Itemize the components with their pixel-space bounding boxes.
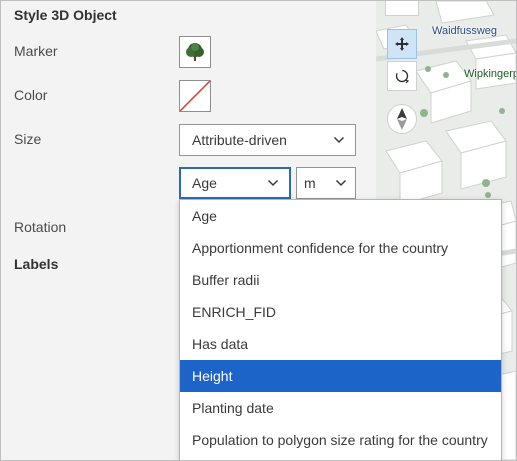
dropdown-option-selected[interactable]: Height <box>180 360 501 392</box>
dropdown-option[interactable]: ENRICH_FID <box>180 296 501 328</box>
panel-title: Style 3D Object <box>14 7 117 23</box>
field-select-value: Age <box>192 175 217 191</box>
map-label-area: Wipkingerp <box>464 68 516 80</box>
pan-icon <box>395 37 409 51</box>
rotate-icon <box>395 69 410 84</box>
chevron-down-icon <box>333 134 345 146</box>
dropdown-option[interactable]: Apportionment confidence for the country <box>180 232 501 264</box>
chevron-down-icon <box>335 177 347 189</box>
field-dropdown-list: Age Apportionment confidence for the cou… <box>179 199 502 460</box>
size-select[interactable]: Attribute-driven <box>179 124 356 156</box>
compass-icon <box>397 108 407 130</box>
size-select-value: Attribute-driven <box>192 132 287 148</box>
color-label: Color <box>14 87 48 103</box>
unit-select[interactable]: m <box>296 167 356 199</box>
dropdown-option[interactable]: Age <box>180 200 501 232</box>
app-frame: Waidfussweg Wipkingerp Style 3D Object M… <box>0 0 517 461</box>
chevron-down-icon <box>267 177 279 189</box>
marker-swatch-button[interactable] <box>179 36 211 68</box>
size-label: Size <box>14 131 42 147</box>
dropdown-option[interactable]: Planting date <box>180 392 501 424</box>
labels-heading: Labels <box>14 256 59 272</box>
tree-icon <box>186 43 204 61</box>
rotation-label: Rotation <box>14 219 67 235</box>
dropdown-option[interactable]: Population to polygon size rating for th… <box>180 424 501 456</box>
map-top-control-edge <box>385 1 419 16</box>
unit-select-value: m <box>304 175 316 191</box>
rotate-button[interactable] <box>387 61 417 91</box>
marker-label: Marker <box>14 43 58 59</box>
pan-button[interactable] <box>387 29 417 59</box>
color-swatch-button[interactable] <box>179 80 211 112</box>
dropdown-option[interactable]: Has data <box>180 328 501 360</box>
no-color-icon <box>180 81 210 111</box>
field-select[interactable]: Age <box>179 167 291 199</box>
map-label-street: Waidfussweg <box>432 25 498 37</box>
compass-button[interactable] <box>387 104 417 134</box>
dropdown-option[interactable]: Buffer radii <box>180 264 501 296</box>
